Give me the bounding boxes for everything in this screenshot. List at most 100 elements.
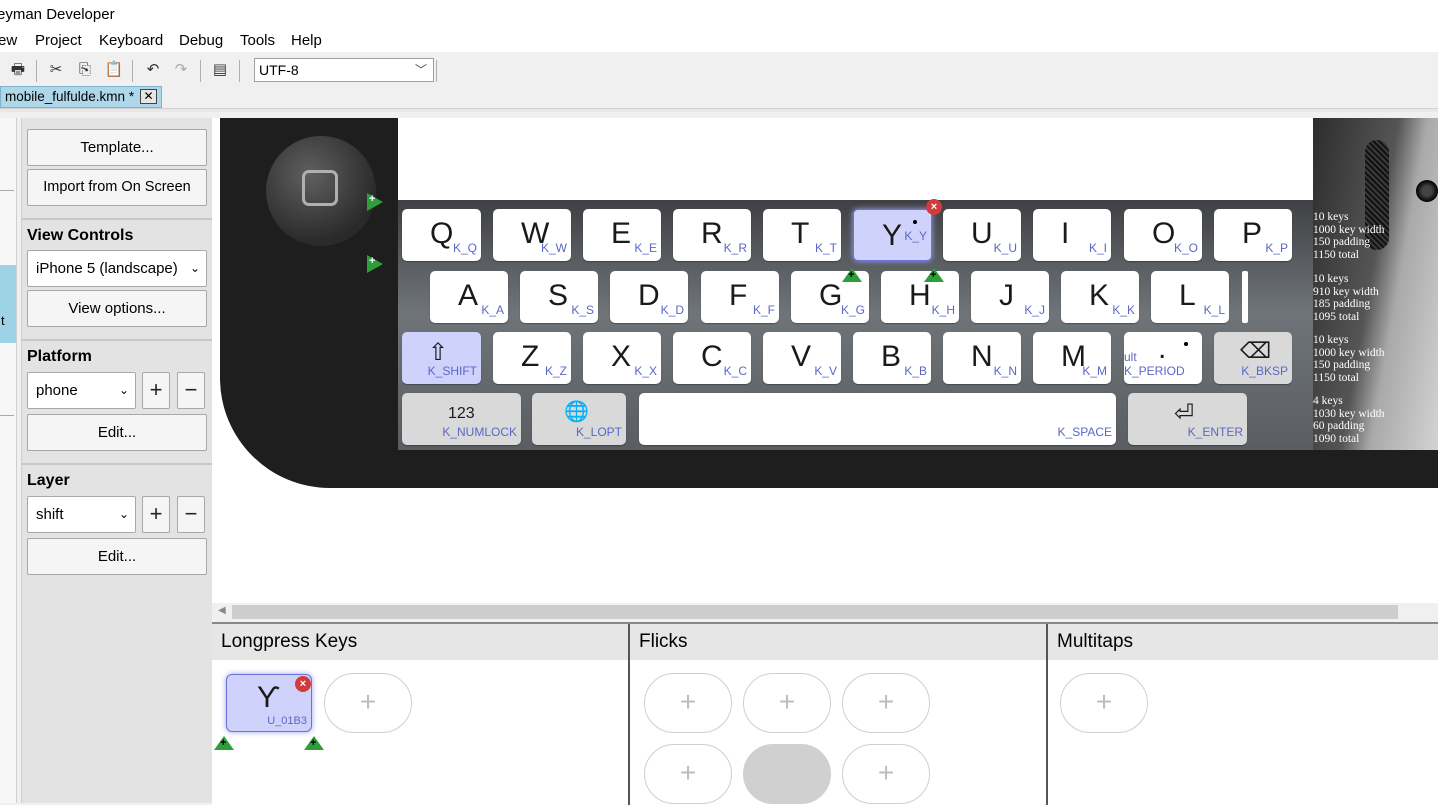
delete-longpress-icon[interactable]: × bbox=[295, 676, 311, 692]
close-icon[interactable]: ✕ bbox=[140, 89, 157, 104]
add-row-arrow-icon[interactable]: + bbox=[367, 255, 383, 273]
key-id: K_K bbox=[1112, 303, 1135, 317]
key-w[interactable]: W K_W bbox=[493, 209, 571, 261]
delete-key-icon[interactable]: × bbox=[926, 199, 942, 215]
spacer-key[interactable] bbox=[1242, 271, 1248, 323]
key-b[interactable]: B K_B bbox=[853, 332, 931, 384]
horizontal-scrollbar[interactable]: ◀ bbox=[212, 603, 1438, 621]
add-flick-nw-button[interactable]: + bbox=[644, 673, 732, 733]
font-icon[interactable]: ▤ bbox=[210, 60, 230, 80]
longpress-key-id: U_01B3 bbox=[267, 715, 307, 727]
key-id: K_O bbox=[1173, 241, 1198, 255]
menu-keyboard[interactable]: Keyboard bbox=[99, 32, 163, 49]
key-o[interactable]: O K_O bbox=[1124, 209, 1202, 261]
scrollbar-thumb[interactable] bbox=[232, 605, 1398, 619]
row-info-line: 1150 total bbox=[1313, 248, 1359, 261]
key-p[interactable]: P K_P bbox=[1214, 209, 1292, 261]
menu-help[interactable]: Help bbox=[291, 32, 322, 49]
add-platform-button[interactable]: + bbox=[142, 372, 170, 409]
menu-project[interactable]: Project bbox=[35, 32, 82, 49]
key-k[interactable]: K K_K bbox=[1061, 271, 1139, 323]
menu-view[interactable]: ew bbox=[0, 32, 17, 49]
key-cap: L bbox=[1179, 279, 1196, 312]
key-x[interactable]: X K_X bbox=[583, 332, 661, 384]
key-enter[interactable]: ⏎ K_ENTER bbox=[1128, 393, 1247, 445]
add-longpress-icon[interactable]: + bbox=[304, 736, 324, 750]
row-info-line: 10 keys bbox=[1313, 334, 1349, 346]
key-period[interactable]: . ult K_PERIOD bbox=[1124, 332, 1202, 384]
paste-icon[interactable]: 📋 bbox=[104, 60, 124, 80]
copy-icon[interactable]: ⎘ bbox=[75, 60, 95, 80]
add-flick-e-button[interactable]: + bbox=[842, 744, 930, 804]
toolbar-separator bbox=[132, 60, 133, 82]
menu-debug[interactable]: Debug bbox=[179, 32, 223, 49]
key-s[interactable]: S K_S bbox=[520, 271, 598, 323]
key-cap: Q bbox=[430, 217, 454, 250]
layer-select[interactable]: shift ⌄ bbox=[27, 496, 136, 533]
key-q[interactable]: Q K_Q bbox=[402, 209, 481, 261]
key-t[interactable]: T K_T bbox=[763, 209, 841, 261]
key-c[interactable]: C K_C bbox=[673, 332, 751, 384]
keyboard-designer-canvas[interactable]: + + Q K_Q W K_W E K_E R K_R T K_T Y K_Y × U K_U… bbox=[212, 118, 1438, 603]
key-lopt[interactable]: 🌐 K_LOPT bbox=[532, 393, 626, 445]
key-id: K_M bbox=[1082, 364, 1107, 378]
key-e[interactable]: E K_E bbox=[583, 209, 661, 261]
print-icon[interactable]: 🖶 bbox=[8, 60, 28, 80]
left-strip-selected-item[interactable]: t bbox=[0, 265, 16, 343]
add-row-arrow-icon[interactable]: + bbox=[367, 193, 383, 211]
key-u[interactable]: U K_U bbox=[943, 209, 1021, 261]
key-z[interactable]: Z K_Z bbox=[493, 332, 571, 384]
device-select[interactable]: iPhone 5 (landscape) ⌄ bbox=[27, 250, 207, 287]
menu-tools[interactable]: Tools bbox=[240, 32, 275, 49]
key-id: K_B bbox=[904, 364, 927, 378]
add-layer-button[interactable]: + bbox=[142, 496, 170, 533]
remove-layer-button[interactable]: − bbox=[177, 496, 205, 533]
cut-icon[interactable]: ✂ bbox=[46, 60, 66, 80]
tab-mobile-fulfulde[interactable]: mobile_fulfulde.kmn * ✕ bbox=[0, 86, 162, 108]
add-longpress-icon[interactable]: + bbox=[842, 268, 862, 282]
key-l[interactable]: L K_L bbox=[1151, 271, 1229, 323]
undo-icon[interactable]: ↶ bbox=[143, 60, 163, 80]
import-from-on-screen-button[interactable]: Import from On Screen bbox=[27, 169, 207, 206]
add-longpress-icon[interactable]: + bbox=[214, 736, 234, 750]
key-i[interactable]: I K_I bbox=[1033, 209, 1111, 261]
toolbar-separator bbox=[200, 60, 201, 82]
key-shift[interactable]: ⇧ K_SHIFT bbox=[402, 332, 481, 384]
key-cap: X bbox=[611, 340, 632, 373]
key-numlock[interactable]: 123 K_NUMLOCK bbox=[402, 393, 521, 445]
key-h[interactable]: H K_H bbox=[881, 271, 959, 323]
add-flick-ne-button[interactable]: + bbox=[842, 673, 930, 733]
key-f[interactable]: F K_F bbox=[701, 271, 779, 323]
view-options-button[interactable]: View options... bbox=[27, 290, 207, 327]
platform-select[interactable]: phone ⌄ bbox=[27, 372, 136, 409]
key-id: K_D bbox=[660, 303, 684, 317]
key-space[interactable]: K_SPACE bbox=[639, 393, 1116, 445]
key-d[interactable]: D K_D bbox=[610, 271, 688, 323]
key-a[interactable]: A K_A bbox=[430, 271, 508, 323]
key-n[interactable]: N K_N bbox=[943, 332, 1021, 384]
toolbar: 🖶 ✂ ⎘ 📋 ↶ ↷ ▤ UTF-8 ﹀ bbox=[0, 52, 1438, 88]
key-cap: N bbox=[971, 340, 993, 373]
add-flick-w-button[interactable]: + bbox=[644, 744, 732, 804]
add-flick-n-button[interactable]: + bbox=[743, 673, 831, 733]
flicks-heading: Flicks bbox=[630, 624, 1047, 660]
key-y-selected[interactable]: Y K_Y bbox=[853, 209, 932, 261]
add-multitap-button[interactable]: + bbox=[1060, 673, 1148, 733]
view-controls-heading: View Controls bbox=[27, 227, 134, 244]
key-r[interactable]: R K_R bbox=[673, 209, 751, 261]
add-longpress-button[interactable]: + bbox=[324, 673, 412, 733]
row-info-line: 1000 key width bbox=[1313, 223, 1385, 236]
key-m[interactable]: M K_M bbox=[1033, 332, 1111, 384]
scroll-left-icon[interactable]: ◀ bbox=[218, 605, 226, 616]
platform-edit-button[interactable]: Edit... bbox=[27, 414, 207, 451]
redo-icon[interactable]: ↷ bbox=[171, 60, 191, 80]
key-v[interactable]: V K_V bbox=[763, 332, 841, 384]
layer-edit-button[interactable]: Edit... bbox=[27, 538, 207, 575]
key-j[interactable]: J K_J bbox=[971, 271, 1049, 323]
remove-platform-button[interactable]: − bbox=[177, 372, 205, 409]
key-backspace[interactable]: ⌫ K_BKSP bbox=[1214, 332, 1292, 384]
add-longpress-icon[interactable]: + bbox=[924, 268, 944, 282]
encoding-select[interactable]: UTF-8 ﹀ bbox=[254, 58, 434, 82]
backspace-icon: ⌫ bbox=[1240, 338, 1272, 363]
template-button[interactable]: Template... bbox=[27, 129, 207, 166]
